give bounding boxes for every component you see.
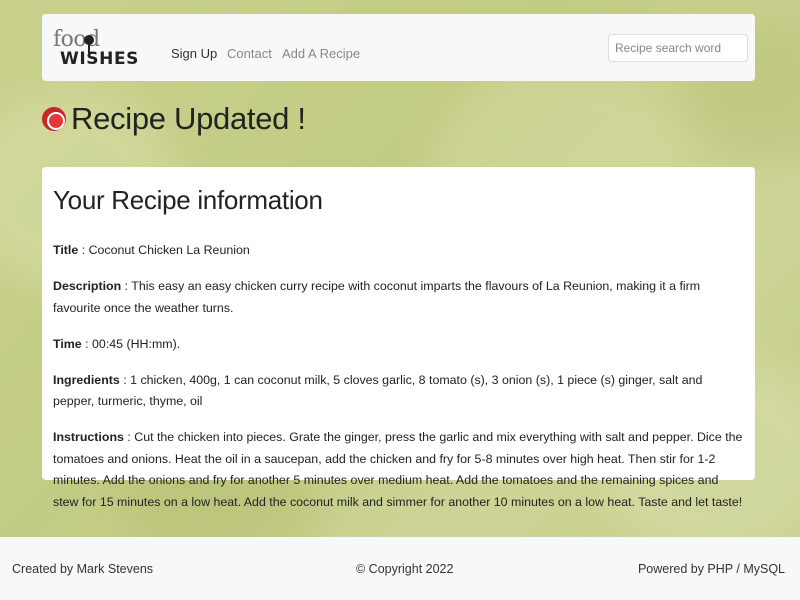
field-instructions: Instructions : Cut the chicken into piec… [53, 430, 743, 509]
plate-icon [42, 107, 66, 131]
nav-link-contact[interactable]: Contact [227, 46, 272, 62]
field-label: Ingredients [53, 372, 120, 387]
field-ingredients: Ingredients : 1 chicken, 400g, 1 can coc… [53, 372, 703, 409]
footer-powered-by: Powered by PHP / MySQL [637, 562, 785, 576]
footer: Created by Mark Stevens © Copyright 2022… [0, 537, 800, 600]
footer-credit: Created by Mark Stevens [12, 562, 154, 576]
page-heading: Recipe Updated ! [42, 101, 306, 137]
card-title: Your Recipe information [53, 185, 323, 215]
field-value: Coconut Chicken La Reunion [88, 243, 250, 257]
search-input[interactable] [608, 34, 748, 62]
logo[interactable]: food WISHES [53, 27, 145, 69]
field-value: This easy an easy chicken curry recipe w… [53, 279, 701, 315]
field-label: Instructions [53, 430, 124, 444]
field-label: Title [53, 243, 79, 257]
field-title: Title : Coconut Chicken La Reunion [53, 243, 250, 257]
page-title: Recipe Updated ! [71, 101, 306, 136]
field-value: Cut the chicken into pieces. Grate the g… [53, 430, 743, 509]
nav-link-sign-up[interactable]: Sign Up [171, 46, 217, 62]
nav-link-add-recipe[interactable]: Add A Recipe [282, 46, 360, 62]
logo-text-wishes: WISHES [60, 49, 140, 69]
recipe-info-card: Your Recipe information Title : Coconut … [42, 167, 755, 509]
field-label: Time [53, 336, 82, 351]
field-description: Description : This easy an easy chicken … [53, 279, 701, 315]
field-value: 1 chicken, 400g, 1 can coconut milk, 5 c… [53, 372, 703, 409]
footer-copyright: © Copyright 2022 [356, 562, 454, 576]
field-time: Time : 00:45 (HH:mm). [53, 336, 181, 351]
field-value: 00:45 (HH:mm). [92, 336, 181, 351]
navbar: food WISHES Sign Up Contact Add A Recipe [42, 14, 755, 81]
field-label: Description [53, 279, 122, 293]
